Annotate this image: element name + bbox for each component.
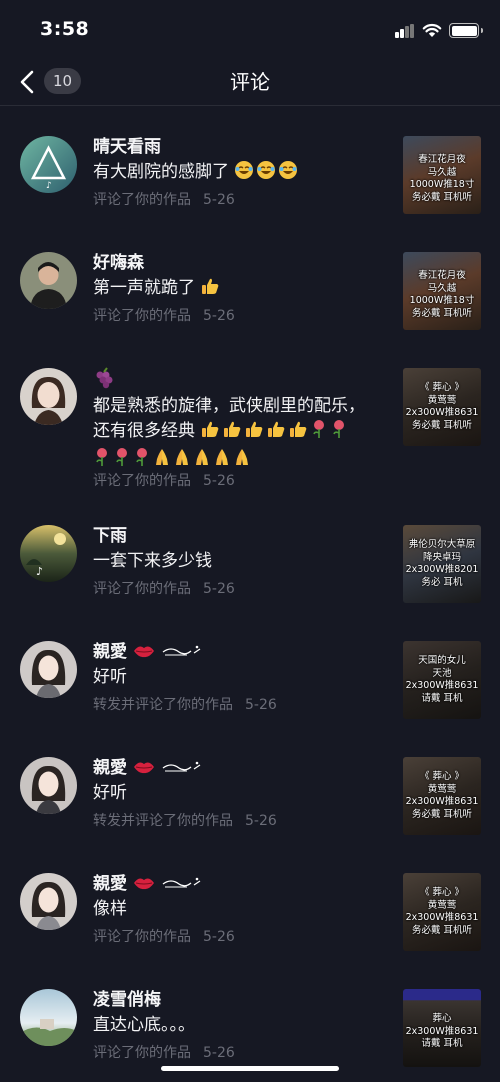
list-item[interactable]: 親愛 好听 转发并评论了你的作品 5-26 《 葬心 》黄莺莺 2x300W推863… (0, 757, 500, 857)
user-name[interactable] (93, 367, 115, 396)
page-title: 评论 (230, 70, 270, 94)
svg-text:♪: ♪ (36, 565, 43, 578)
flourish-decoration-icon (161, 874, 203, 898)
rose-emoji (310, 419, 328, 447)
video-thumbnail[interactable]: 《 葬心 》黄莺莺 2x300W推8631 务必戴 耳机听 (403, 757, 481, 835)
list-item[interactable]: 親愛 好听 转发并评论了你的作品 5-26 天国的女儿 天池 2x300W推8631 请… (0, 641, 500, 741)
avatar[interactable] (20, 252, 77, 309)
grapes-emoji (93, 367, 115, 396)
thumbs-up-emoji (244, 419, 264, 447)
avatar[interactable] (20, 989, 77, 1046)
rose-emoji (330, 419, 348, 447)
comment-text: 像样 (93, 899, 127, 919)
thumbs-up-emoji (222, 419, 242, 447)
user-name[interactable]: 凌雪俏梅 (93, 988, 161, 1012)
comment-date: 5-26 (203, 1045, 235, 1061)
video-thumbnail[interactable]: 葬心 2x300W推8631 请戴 耳机 (403, 989, 481, 1067)
header: 10 评论 (0, 60, 500, 106)
thumbs-up-emoji (266, 419, 286, 447)
comment-meta: 评论了你的作品 5-26 (93, 473, 235, 489)
comment-meta: 评论了你的作品 5-26 (93, 581, 235, 597)
pray-hands-emoji (233, 447, 251, 475)
avatar[interactable] (20, 757, 77, 814)
video-thumbnail[interactable]: 春江花月夜 马久越 1000W推18寸 务必戴 耳机听 (403, 136, 481, 214)
flourish-decoration-icon (161, 642, 203, 666)
user-name[interactable]: 好嗨森 (93, 251, 144, 275)
list-item[interactable]: ♪ 下雨 一套下来多少钱 评论了你的作品 5-26 弗伦贝尔大草原 降央卓玛 2x30… (0, 525, 500, 625)
status-bar: 3:58 (0, 0, 500, 60)
video-thumbnail[interactable]: 《 葬心 》黄莺莺 2x300W推8631 务必戴 耳机听 (403, 873, 481, 951)
comment-text: 第一声就跪了 (93, 276, 388, 304)
comment-meta: 评论了你的作品 5-26 (93, 929, 235, 945)
laugh-cry-emoji (278, 160, 298, 188)
comment-date: 5-26 (245, 697, 277, 713)
battery-icon (449, 23, 483, 38)
comment-text: 有大剧院的感脚了 (93, 160, 388, 188)
lips-emoji (133, 758, 155, 782)
user-name[interactable]: 親愛 (93, 640, 203, 666)
video-thumbnail[interactable]: 《 葬心 》黄莺莺 2x300W推8631 务必戴 耳机听 (403, 368, 481, 446)
video-thumbnail[interactable]: 春江花月夜 马久越 1000W推18寸 务必戴 耳机听 (403, 252, 481, 330)
notifications-screen: 3:58 10 评论 ♪ 晴天看雨 有大剧院的感脚了 评论了你的作品 5-26 … (0, 0, 500, 1082)
list-item[interactable]: ♪ 晴天看雨 有大剧院的感脚了 评论了你的作品 5-26 春江花月夜 马久越 1000… (0, 136, 500, 236)
avatar[interactable] (20, 641, 77, 698)
comment-text: 一套下来多少钱 (93, 551, 212, 571)
video-thumbnail[interactable]: 弗伦贝尔大草原 降央卓玛 2x300W推8201 务必 耳机 (403, 525, 481, 603)
user-name[interactable]: 晴天看雨 (93, 135, 161, 159)
wifi-icon (422, 23, 442, 37)
user-name[interactable]: 下雨 (93, 524, 127, 548)
comment-text: 直达心底。。。 (93, 1015, 195, 1035)
flourish-decoration-icon (161, 758, 203, 782)
comment-meta: 评论了你的作品 5-26 (93, 1045, 235, 1061)
video-thumbnail[interactable]: 天国的女儿 天池 2x300W推8631 请戴 耳机 (403, 641, 481, 719)
comment-meta: 转发并评论了你的作品 5-26 (93, 813, 277, 829)
thumbs-up-emoji (200, 419, 220, 447)
comment-meta: 评论了你的作品 5-26 (93, 308, 235, 324)
user-name[interactable]: 親愛 (93, 756, 203, 782)
home-indicator[interactable] (161, 1066, 339, 1071)
lips-emoji (133, 642, 155, 666)
signal-icon (395, 24, 415, 38)
user-name[interactable]: 親愛 (93, 872, 203, 898)
comment-date: 5-26 (203, 929, 235, 945)
list-item[interactable]: 都是熟悉的旋律，武侠剧里的配乐， 还有很多经典 评论了你的作品 5-26 《 葬心… (0, 367, 500, 498)
comment-date: 5-26 (203, 192, 235, 208)
thumbs-up-emoji (288, 419, 308, 447)
avatar[interactable] (20, 873, 77, 930)
lips-emoji (133, 874, 155, 898)
comment-text: 好听 (93, 667, 127, 687)
comment-date: 5-26 (245, 813, 277, 829)
comment-meta: 评论了你的作品 5-26 (93, 192, 235, 208)
laugh-cry-emoji (256, 160, 276, 188)
comment-date: 5-26 (203, 473, 235, 489)
thumbs-up-emoji (200, 276, 220, 304)
comment-date: 5-26 (203, 581, 235, 597)
comment-date: 5-26 (203, 308, 235, 324)
list-item[interactable]: 好嗨森 第一声就跪了 评论了你的作品 5-26 春江花月夜 马久越 1000W推18寸… (0, 252, 500, 352)
list-item[interactable]: 親愛 像样 评论了你的作品 5-26 《 葬心 》黄莺莺 2x300W推8631 务必… (0, 873, 500, 973)
comment-text: 好听 (93, 783, 127, 803)
svg-text:♪: ♪ (46, 181, 52, 191)
comment-meta: 转发并评论了你的作品 5-26 (93, 697, 277, 713)
status-time: 3:58 (40, 18, 90, 40)
laugh-cry-emoji (234, 160, 254, 188)
avatar[interactable]: ♪ (20, 136, 77, 193)
avatar[interactable] (20, 368, 77, 425)
comment-text: 都是熟悉的旋律，武侠剧里的配乐， 还有很多经典 (93, 394, 388, 475)
avatar[interactable]: ♪ (20, 525, 77, 582)
